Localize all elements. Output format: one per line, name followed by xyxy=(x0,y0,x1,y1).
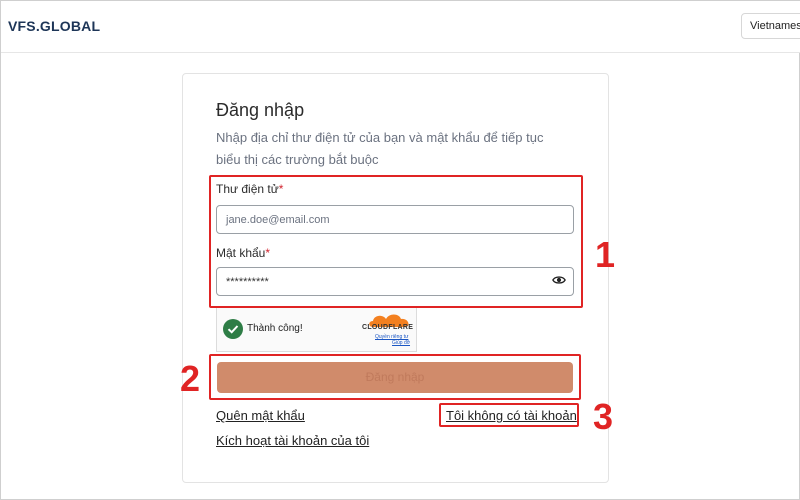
captcha-status: Thành công! xyxy=(247,323,303,334)
activate-account-link[interactable]: Kích hoạt tài khoản của tôi xyxy=(216,433,369,448)
annotation-box-2 xyxy=(209,354,581,400)
subtitle-text: Nhập địa chỉ thư điện tử của bạn và mật … xyxy=(216,130,544,145)
cloudflare-logo: CLOUDFLARE xyxy=(362,324,414,331)
annotation-number-3: 3 xyxy=(593,396,614,437)
top-bar: VFS.GLOBAL Vietnamese xyxy=(1,1,800,53)
annotation-number-1: 1 xyxy=(595,234,616,275)
required-fields-note: biểu thị các trường bắt buộc xyxy=(216,152,379,167)
vfs-global-logo[interactable]: VFS.GLOBAL xyxy=(8,18,100,34)
captcha-help-link[interactable]: Giúp đỡ xyxy=(392,340,410,346)
annotation-number-2: 2 xyxy=(180,358,201,399)
success-check-icon xyxy=(223,319,243,339)
annotation-box-1 xyxy=(209,175,583,308)
page-title: Đăng nhập xyxy=(216,100,305,120)
login-instructions: Nhập địa chỉ thư điện tử của bạn và mật … xyxy=(216,127,576,171)
forgot-password-link[interactable]: Quên mật khẩu xyxy=(216,408,305,423)
annotation-box-3 xyxy=(439,403,579,427)
language-selector[interactable]: Vietnamese xyxy=(741,13,800,39)
